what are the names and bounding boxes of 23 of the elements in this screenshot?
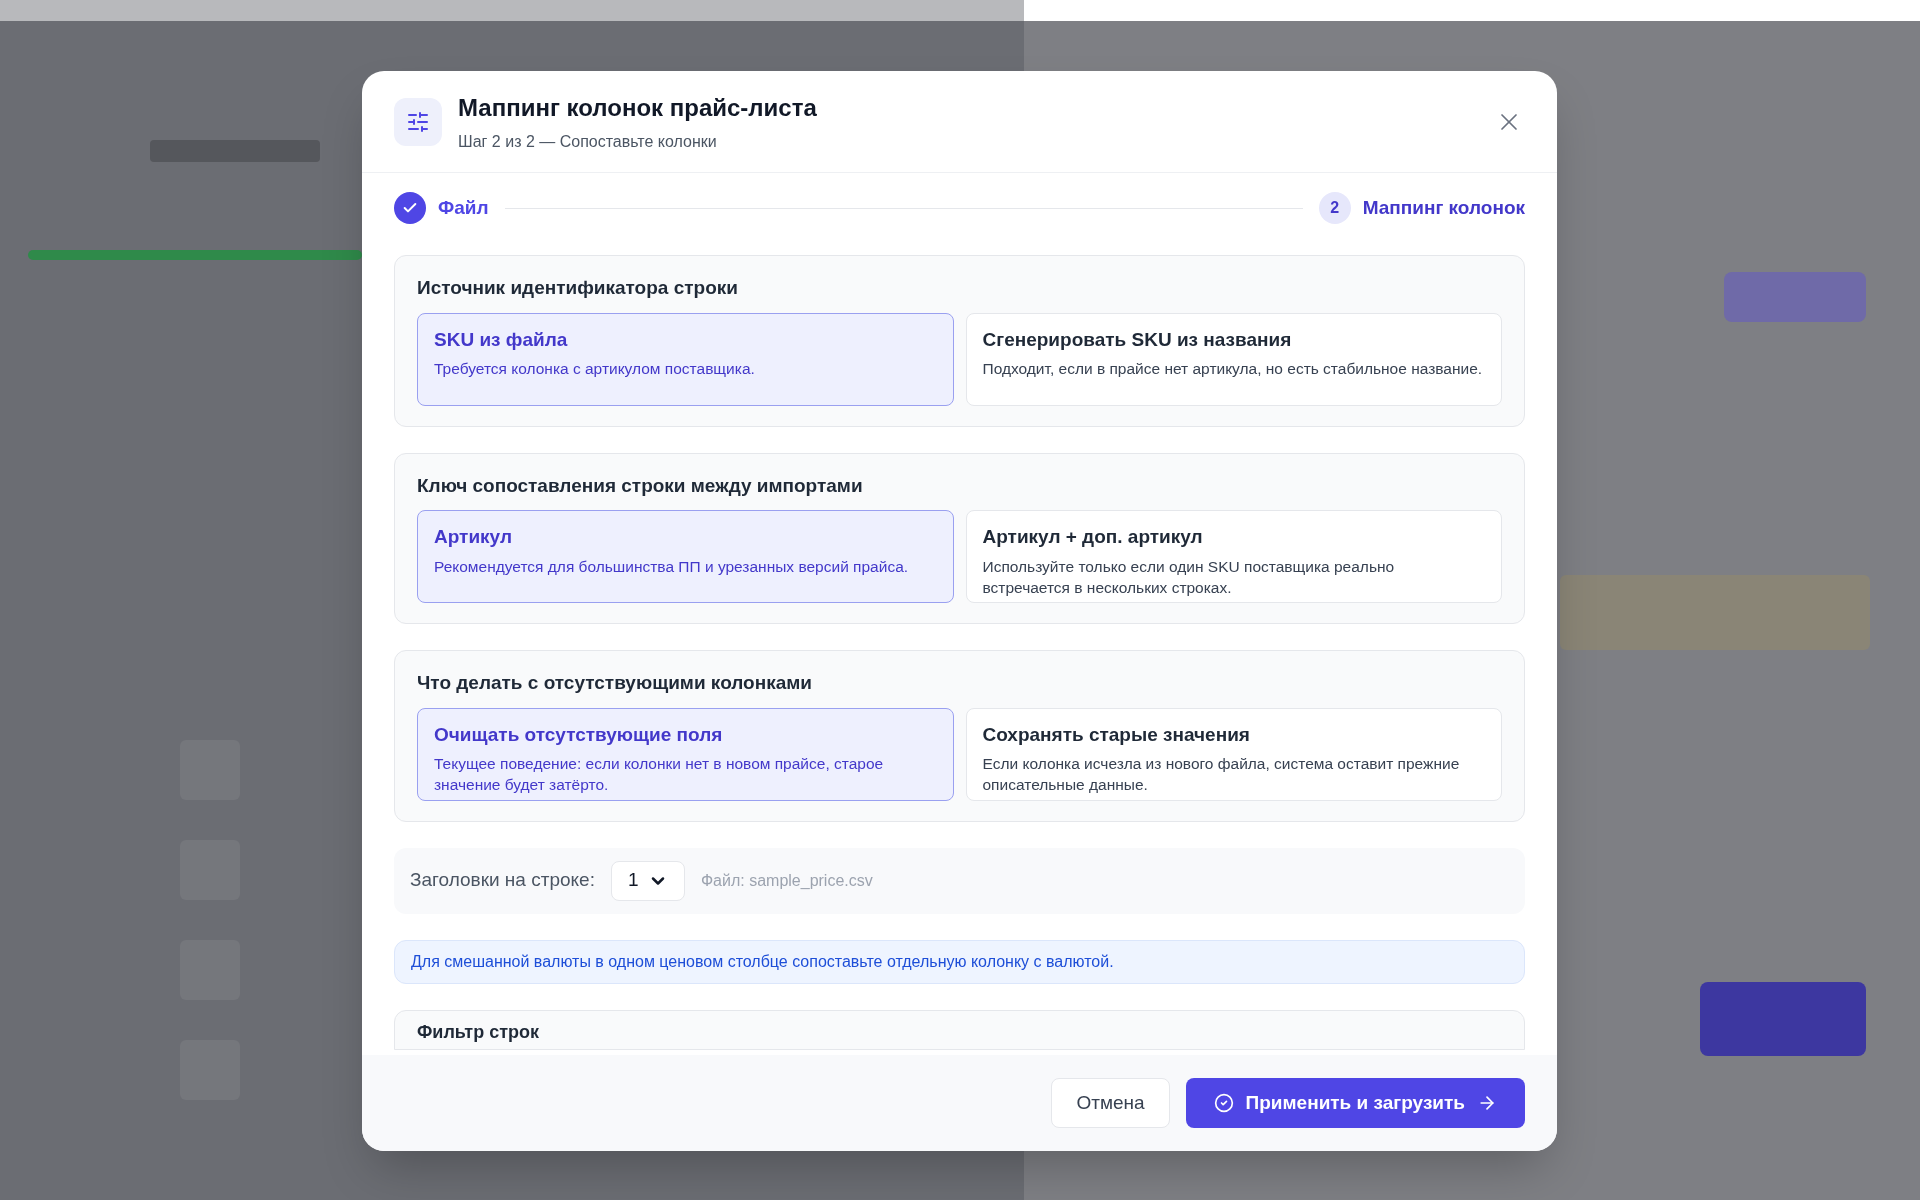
- cancel-button[interactable]: Отмена: [1051, 1078, 1170, 1128]
- option-card[interactable]: Артикул Рекомендуется для большинства ПП и урезанных версий прайса.: [417, 510, 954, 603]
- option-card[interactable]: SKU из файла Требуется колонка с артикулом поставщика.: [417, 312, 954, 406]
- dialog-subtitle: Шаг 2 из 2 — Сопоставьте колонки: [458, 131, 718, 152]
- section-title: Источник идентификатора строки: [417, 276, 739, 300]
- settings-icon: [394, 97, 442, 146]
- file-name: Файл: sample_price.csv: [700, 870, 873, 891]
- section-title: Что делать с отсутствующими колонками: [417, 671, 813, 695]
- section-title: Фильтр строк: [417, 1020, 539, 1044]
- option-card[interactable]: Сохранять старые значения Если колонка исчезла из нового файла, система оставит прежние описательные данные.: [965, 707, 1502, 801]
- option-card[interactable]: Очищать отсутствующие поля Текущее поведение: если колонки нет в новом прайсе, старое значение будет затёрто.: [417, 707, 954, 801]
- step-label: Файл: [438, 195, 489, 220]
- header-row-select[interactable]: 1: [610, 860, 685, 901]
- check-circle-icon: [1213, 1093, 1234, 1113]
- header-row-label: Заголовки на строке:: [410, 868, 595, 893]
- option-card[interactable]: Сгенерировать SKU из названия Подходит, если в прайсе нет артикула, но есть стабильное название.: [965, 312, 1502, 406]
- dialog-title: Маппинг колонок прайс-листа: [458, 92, 818, 123]
- currency-notice: Для смешанной валюты в одном ценовом столбце сопоставьте отдельную колонку с валютой.: [394, 939, 1525, 984]
- apply-button[interactable]: Применить и загрузить: [1185, 1078, 1525, 1128]
- section-title: Ключ сопоставления строки между импортами: [417, 473, 864, 498]
- option-card[interactable]: Артикул + доп. артикул Используйте только если один SKU поставщика реально встречается в нескольких строках.: [965, 510, 1502, 603]
- step-label: Маппинг колонок: [1362, 195, 1525, 220]
- step-number: 2: [1318, 192, 1351, 224]
